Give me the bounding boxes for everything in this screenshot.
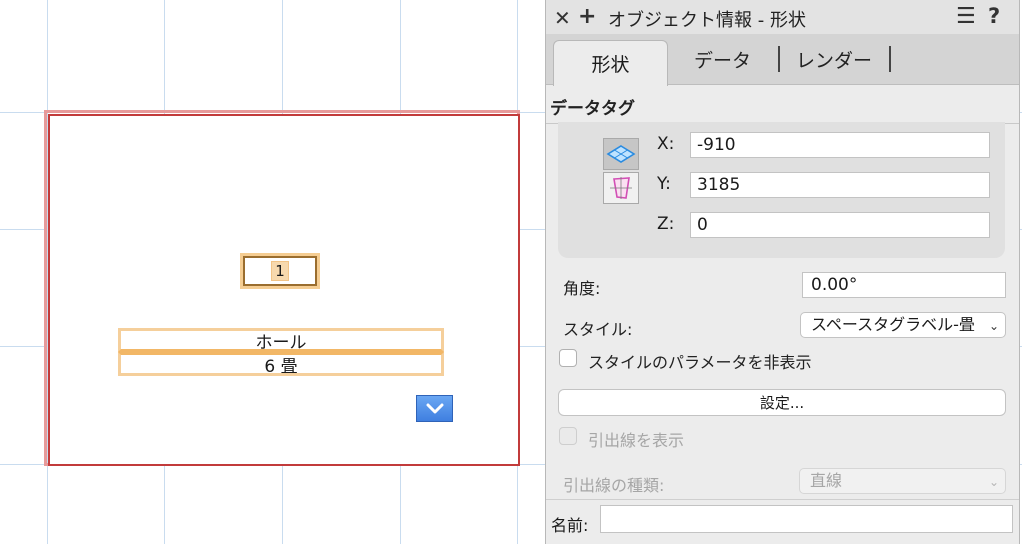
tab-render[interactable]: レンダー [796,46,872,73]
angle-label: 角度: [563,279,601,298]
coordinate-panel: X: -910 Y: 3185 Z: 0 [558,122,1005,258]
section-title: データタグ [550,99,635,119]
settings-button-label: 設定... [759,394,805,412]
layer-plane-icon[interactable] [603,172,639,204]
z-coordinate-input[interactable]: 0 [690,212,990,238]
palette-title-bar[interactable]: ✕ + オブジェクト情報 - 形状 ☰ ? [546,0,1019,35]
room-number-tag[interactable]: 1 [240,253,320,289]
angle-input[interactable]: 0.00° [802,272,1006,298]
room-name-text: ホール [255,332,307,353]
settings-button[interactable]: 設定... [558,389,1006,416]
z-label: Z: [657,214,675,234]
name-input[interactable] [600,505,1013,533]
top-plan-view-icon[interactable] [603,138,639,170]
leader-type-select[interactable]: 直線 ⌄ [799,468,1006,494]
hide-style-params-checkbox[interactable] [559,349,577,367]
style-select[interactable]: スペースタグラベル-畳 ⌄ [800,312,1006,338]
tab-data[interactable]: データ [694,46,751,73]
style-select-value: スペースタグラベル-畳 [811,315,975,334]
tab-shape[interactable]: 形状 [553,40,668,86]
hide-style-params-label: スタイルのパラメータを非表示 [588,353,812,372]
help-icon[interactable]: ? [988,4,1000,28]
leader-type-label: 引出線の種類: [563,476,665,495]
plus-icon[interactable]: + [578,4,596,29]
chevron-down-icon: ⌄ [988,319,999,333]
show-leader-checkbox[interactable] [559,427,577,445]
name-label: 名前: [551,516,589,535]
chevron-down-icon [426,403,443,413]
screen-plane-icon [610,177,632,199]
room-name-tag[interactable]: ホール [118,328,444,353]
room-size-tag[interactable]: 6 畳 [118,352,444,377]
object-info-palette: ✕ + オブジェクト情報 - 形状 ☰ ? 形状 データ レンダー データタグ [545,0,1020,544]
close-icon[interactable]: ✕ [554,6,571,30]
room-size-text: 6 畳 [264,356,298,377]
style-label: スタイル: [563,320,633,339]
y-coordinate-input[interactable]: 3185 [690,172,990,198]
tab-label: 形状 [591,54,630,76]
divider [546,499,1019,500]
chevron-down-icon: ⌄ [988,475,999,489]
expand-arrow-button[interactable] [416,395,453,422]
hamburger-menu-icon[interactable]: ☰ [956,4,976,29]
tab-divider [778,46,780,72]
leader-type-value: 直線 [810,471,843,490]
plane-icon [606,145,636,163]
x-coordinate-input[interactable]: -910 [690,132,990,158]
tab-divider [889,46,891,72]
room-number-text: 1 [271,261,289,281]
x-label: X: [657,134,675,154]
tab-bar: 形状 データ レンダー [546,34,1019,86]
palette-title: オブジェクト情報 - 形状 [608,10,806,31]
y-label: Y: [657,174,671,194]
show-leader-label: 引出線を表示 [588,431,685,450]
